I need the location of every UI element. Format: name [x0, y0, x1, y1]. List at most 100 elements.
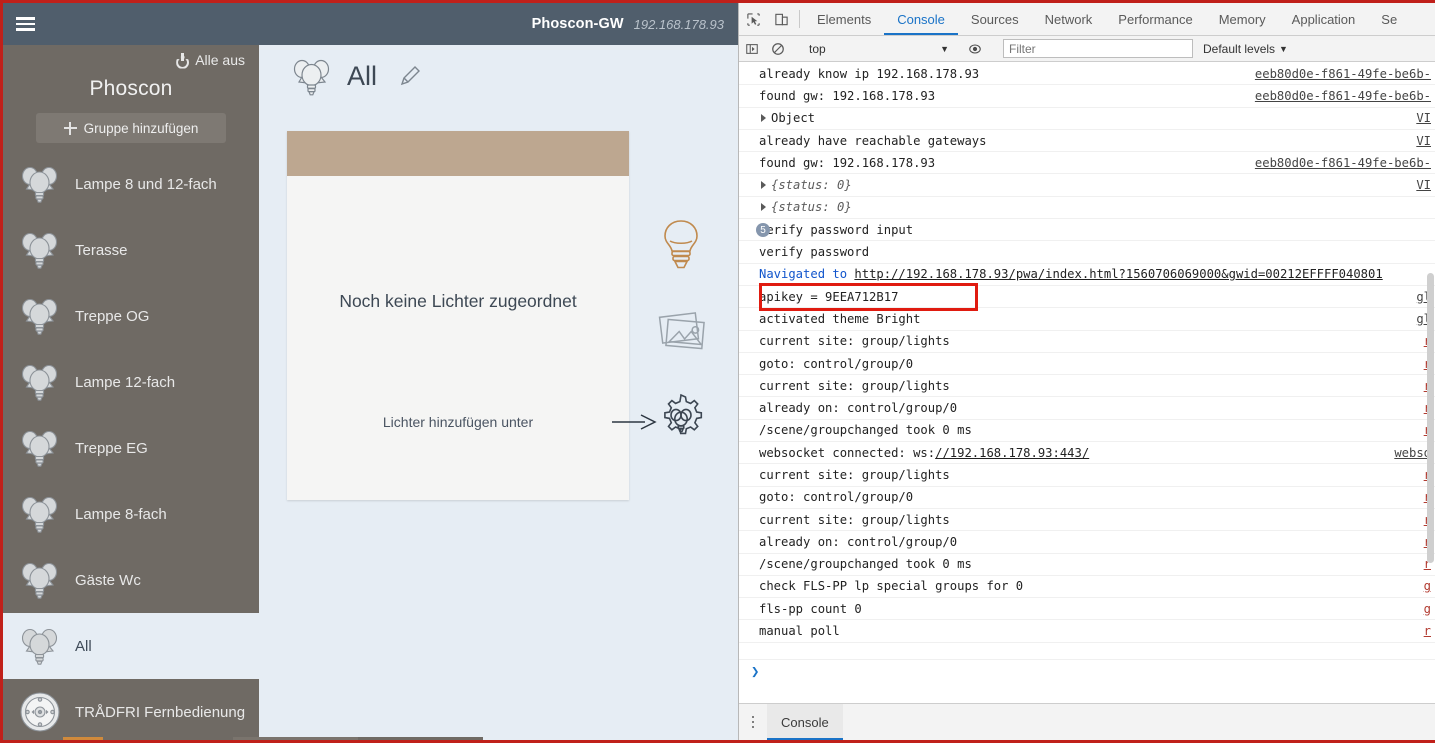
console-message[interactable]: apikey = 9EEA712B17 gl	[739, 286, 1435, 309]
sidebar-item-lampe-8-und-12-fach[interactable]: Lampe 8 und 12-fach	[3, 151, 259, 217]
drawer-tab-console[interactable]: Console	[767, 704, 843, 740]
pencil-edit-icon[interactable]	[397, 63, 423, 89]
expand-triangle-icon[interactable]	[761, 180, 766, 189]
console-scrollbar-thumb[interactable]	[1427, 273, 1434, 563]
sidebar-item-lampe-12-fach[interactable]: Lampe 12-fach	[3, 349, 259, 415]
expand-triangle-icon[interactable]	[761, 203, 766, 212]
plus-icon	[63, 121, 77, 135]
tab-console[interactable]: Console	[884, 3, 958, 35]
console-message[interactable]: {status: 0} VI	[739, 174, 1435, 197]
devtools-drawer: Console	[739, 703, 1435, 740]
console-message[interactable]: Navigated to http://192.168.178.93/pwa/i…	[739, 264, 1435, 286]
console-message[interactable]: websocket connected: ws://192.168.178.93…	[739, 442, 1435, 465]
toggle-device-toolbar-icon[interactable]	[767, 3, 795, 35]
bulb-group-icon	[17, 557, 63, 603]
console-prompt[interactable]: ❯	[739, 659, 1435, 703]
console-message[interactable]: already know ip 192.168.178.93 eeb80d0e-f…	[739, 63, 1435, 86]
console-message[interactable]: already have reachable gateways VI	[739, 130, 1435, 153]
sidebar-item-all[interactable]: All	[3, 613, 259, 679]
sidebar-item-label: Lampe 12-fach	[75, 373, 176, 391]
navigated-url[interactable]: http://192.168.178.93/pwa/index.html?156…	[854, 267, 1382, 281]
console-message-text: current site: group/lights	[759, 378, 950, 393]
console-message[interactable]: check FLS-PP lp special groups for 0g	[739, 576, 1435, 599]
sidebar-item-treppe-og[interactable]: Treppe OG	[3, 283, 259, 349]
tab-network[interactable]: Network	[1032, 3, 1106, 35]
console-message-text: fls-pp count 0	[759, 601, 862, 616]
console-message-text: websocket connected: ws://192.168.178.93…	[759, 446, 1384, 460]
bulb-group-icon	[17, 425, 63, 471]
console-message-text: current site: group/lights	[759, 467, 950, 482]
group-card-color-header[interactable]	[287, 131, 629, 176]
drawer-more-options-icon[interactable]	[739, 715, 767, 729]
sidebar-item-lampe-8-fach[interactable]: Lampe 8-fach	[3, 481, 259, 547]
console-message-source[interactable]: eeb80d0e-f861-49fe-be6b-	[1255, 67, 1431, 81]
console-message[interactable]: already on: control/group/0r	[739, 531, 1435, 554]
expand-triangle-icon[interactable]	[761, 114, 766, 123]
tab-elements[interactable]: Elements	[804, 3, 884, 35]
tab-sources[interactable]: Sources	[958, 3, 1032, 35]
tab-performance[interactable]: Performance	[1105, 3, 1205, 35]
sidebar-item-terasse[interactable]: Terasse	[3, 217, 259, 283]
console-message-text: /scene/groupchanged took 0 ms	[759, 423, 972, 438]
console-message[interactable]: already on: control/group/0r	[739, 397, 1435, 420]
console-message[interactable]: found gw: 192.168.178.93 eeb80d0e-f861-49…	[739, 152, 1435, 175]
gateway-name: Phoscon-GW	[531, 16, 624, 32]
console-message-text: verify password	[759, 245, 870, 260]
bulb-group-icon	[17, 293, 63, 339]
sidebar-item-label: Treppe OG	[75, 307, 150, 325]
console-message[interactable]: fls-pp count 0g	[739, 598, 1435, 621]
console-scrollbar[interactable]	[1426, 63, 1435, 681]
gear-lights-settings-icon[interactable]	[655, 393, 707, 445]
clear-console-icon[interactable]	[765, 36, 791, 62]
brand-title: Phoscon	[89, 77, 173, 100]
inspect-element-icon[interactable]	[739, 3, 767, 35]
console-message-text: Object	[771, 111, 816, 126]
console-message-list[interactable]: already know ip 192.168.178.93 eeb80d0e-f…	[739, 63, 1435, 681]
console-toolbar: top ▼ Default levels ▼	[739, 36, 1435, 62]
console-message[interactable]: verify password	[739, 241, 1435, 264]
chevron-down-icon: ▼	[940, 43, 949, 54]
console-message[interactable]: current site: group/lightsr	[739, 331, 1435, 353]
chevron-down-icon: ▼	[1279, 43, 1288, 54]
console-message[interactable]: found gw: 192.168.178.93 eeb80d0e-f861-49…	[739, 85, 1435, 108]
group-card: Noch keine Lichter zugeordnet Lichter hi…	[287, 131, 629, 500]
console-message-source[interactable]: eeb80d0e-f861-49fe-be6b-	[1255, 89, 1431, 103]
console-message[interactable]: 5 verify password input	[739, 219, 1435, 242]
console-message[interactable]: activated theme Bright gl	[739, 308, 1435, 331]
console-message[interactable]: Object VI	[739, 108, 1435, 130]
sidebar-item-tr-dfri-fernbedienung[interactable]: TRÅDFRI Fernbedienung	[3, 679, 259, 740]
execution-context-select[interactable]: top ▼	[805, 39, 953, 58]
sidebar-item-label: Treppe EG	[75, 439, 148, 457]
add-group-button[interactable]: Gruppe hinzufügen	[36, 113, 226, 143]
tab-memory[interactable]: Memory	[1206, 3, 1279, 35]
console-message[interactable]: current site: group/lightsr	[739, 375, 1435, 398]
sidebar-item-label: Terasse	[75, 241, 128, 259]
console-message[interactable]: goto: control/group/0r	[739, 353, 1435, 376]
console-message[interactable]: current site: group/lightsr	[739, 509, 1435, 532]
all-off-label: Alle aus	[195, 52, 245, 68]
sidebar-item-treppe-eg[interactable]: Treppe EG	[3, 415, 259, 481]
remote-control-icon	[17, 689, 63, 735]
console-message-source[interactable]: eeb80d0e-f861-49fe-be6b-	[1255, 156, 1431, 170]
websocket-url[interactable]: //192.168.178.93:443/	[935, 446, 1089, 460]
tab-application[interactable]: Application	[1279, 3, 1369, 35]
prompt-caret-icon: ❯	[751, 664, 760, 680]
filter-input[interactable]	[1003, 39, 1193, 58]
console-message[interactable]: current site: group/lightsr	[739, 464, 1435, 487]
main-panel: All Noch keine Lichter zugeordnet Lichte…	[259, 45, 738, 740]
console-message[interactable]: /scene/groupchanged took 0 msr	[739, 420, 1435, 443]
arrow-right-icon	[611, 411, 659, 433]
sidebar-item-g-ste-wc[interactable]: Gäste Wc	[3, 547, 259, 613]
console-message[interactable]: manual poll r	[739, 620, 1435, 643]
live-expression-eye-icon[interactable]	[962, 36, 988, 62]
show-console-sidebar-icon[interactable]	[739, 36, 765, 62]
hamburger-menu-icon[interactable]	[3, 3, 47, 45]
console-message[interactable]: goto: control/group/0r	[739, 487, 1435, 509]
log-levels-select[interactable]: Default levels ▼	[1203, 42, 1288, 56]
tab-se[interactable]: Se	[1368, 3, 1410, 35]
console-message[interactable]: {status: 0}	[739, 197, 1435, 220]
lightbulb-icon[interactable]	[659, 218, 703, 272]
scenes-photos-icon[interactable]	[655, 308, 709, 354]
all-off-button[interactable]: Alle aus	[3, 45, 259, 75]
console-message[interactable]: /scene/groupchanged took 0 msr	[739, 554, 1435, 576]
